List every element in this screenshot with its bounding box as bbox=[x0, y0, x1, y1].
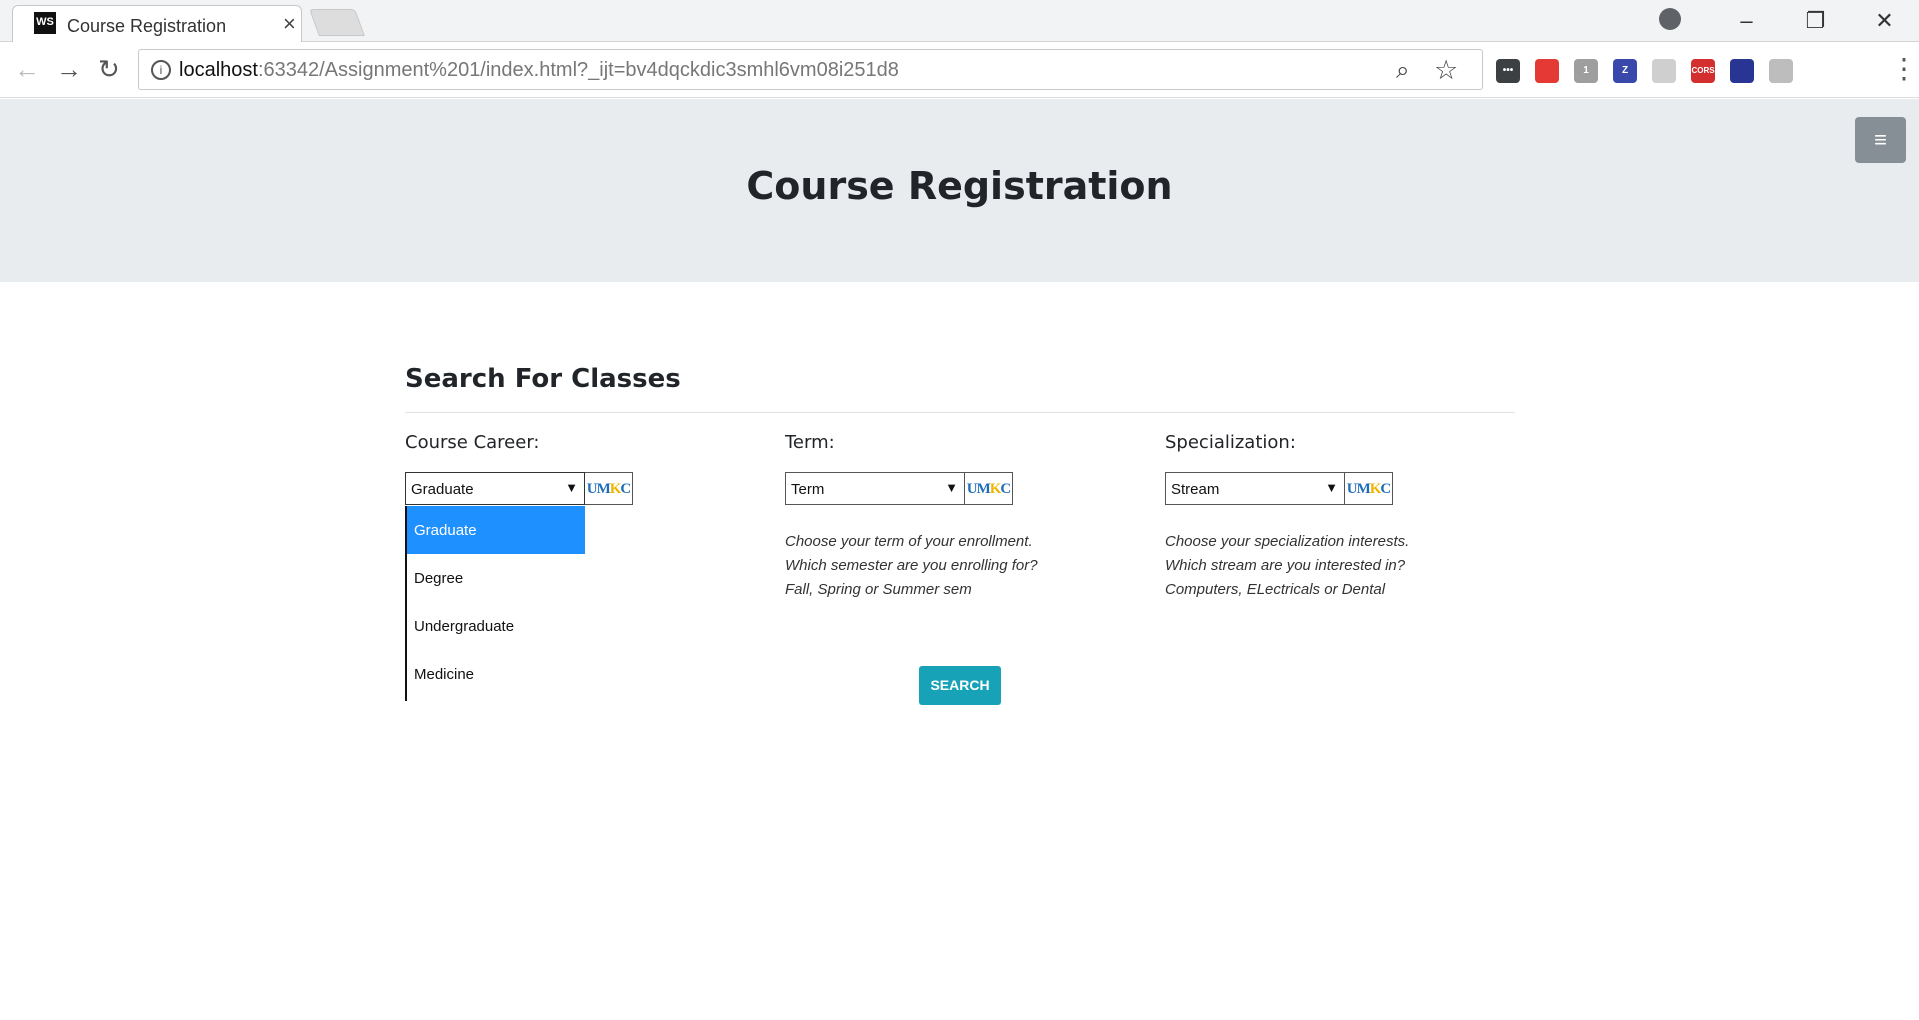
shield-icon[interactable]: 1 bbox=[1574, 59, 1598, 83]
browser-menu-icon[interactable]: ⋮ bbox=[1890, 52, 1918, 85]
browser-tab[interactable]: WS Course Registration × bbox=[12, 5, 302, 42]
dropdown-arrow-icon: ▼ bbox=[565, 480, 578, 495]
reload-icon[interactable]: ↻ bbox=[98, 54, 120, 85]
cors-icon[interactable]: CORS bbox=[1691, 59, 1715, 83]
zotero-icon[interactable]: Z bbox=[1613, 59, 1637, 83]
term-help: Choose your term of your enrollment. Whi… bbox=[785, 530, 1085, 602]
back-icon[interactable]: ← bbox=[14, 54, 40, 85]
bookmark-star-icon[interactable]: ☆ bbox=[1434, 55, 1458, 86]
help-line: Choose your term of your enrollment. bbox=[785, 533, 1033, 550]
specialization-help: Choose your specialization interests. Wh… bbox=[1165, 530, 1465, 602]
search-button[interactable]: SEARCH bbox=[919, 666, 1001, 705]
dropdown-arrow-icon: ▼ bbox=[945, 480, 958, 495]
specialization-selected-value: Stream bbox=[1171, 481, 1220, 498]
accessibility-icon[interactable] bbox=[1769, 59, 1793, 83]
specialization-label: Specialization: bbox=[1165, 432, 1296, 453]
dropdown-option-medicine[interactable]: Medicine bbox=[407, 650, 585, 698]
tab-title: Course Registration bbox=[67, 16, 227, 36]
restore-icon[interactable]: ❐ bbox=[1781, 8, 1850, 34]
new-tab-button[interactable] bbox=[309, 9, 365, 36]
help-line: Choose your specialization interests. bbox=[1165, 533, 1410, 550]
swirl-icon[interactable] bbox=[1652, 59, 1676, 83]
help-line: Which stream are you interested in? bbox=[1165, 557, 1406, 574]
close-tab-icon[interactable]: × bbox=[283, 11, 296, 37]
section-title: Search For Classes bbox=[405, 364, 681, 394]
umkc-logo: UMKC bbox=[1345, 472, 1393, 505]
help-line: Fall, Spring or Summer sem bbox=[785, 581, 972, 598]
browser-window: WS Course Registration × – ❐ ✕ ← → ↻ i l… bbox=[0, 0, 1919, 1020]
umkc-logo: UMKC bbox=[965, 472, 1013, 505]
specialization-select[interactable]: Stream ▼ bbox=[1165, 472, 1345, 505]
term-label: Term: bbox=[785, 432, 835, 453]
help-line: Which semester are you enrolling for? bbox=[785, 557, 1038, 574]
course-career-label: Course Career: bbox=[405, 432, 540, 453]
dropdown-option-undergraduate[interactable]: Undergraduate bbox=[407, 602, 585, 650]
page-title: Course Registration bbox=[746, 164, 1173, 208]
dropdown-option-degree[interactable]: Degree bbox=[407, 554, 585, 602]
url-text[interactable]: localhost:63342/Assignment%201/index.htm… bbox=[179, 59, 899, 82]
adblock-icon[interactable] bbox=[1535, 59, 1559, 83]
course-career-dropdown-list: Graduate Degree Undergraduate Medicine bbox=[405, 506, 585, 701]
minimize-icon[interactable]: – bbox=[1712, 8, 1781, 34]
hamburger-menu-button[interactable]: ≡ bbox=[1855, 117, 1906, 163]
info-icon[interactable]: i bbox=[151, 60, 171, 80]
course-career-selected-value: Graduate bbox=[411, 481, 474, 498]
term-select[interactable]: Term ▼ bbox=[785, 472, 965, 505]
password-manager-icon[interactable]: ••• bbox=[1496, 59, 1520, 83]
dropdown-option-graduate[interactable]: Graduate bbox=[407, 506, 585, 554]
webstorm-icon: WS bbox=[34, 12, 56, 34]
umkc-logo: UMKC bbox=[585, 472, 633, 505]
course-career-select[interactable]: Graduate ▼ bbox=[405, 472, 585, 505]
close-window-icon[interactable]: ✕ bbox=[1850, 8, 1919, 34]
page-header: Course Registration ≡ bbox=[0, 99, 1919, 282]
zoom-icon[interactable]: ⌕ bbox=[1396, 57, 1409, 85]
divider bbox=[405, 412, 1515, 413]
term-selected-value: Term bbox=[791, 481, 825, 498]
flag-icon[interactable] bbox=[1730, 59, 1754, 83]
browser-toolbar: ← → ↻ i localhost:63342/Assignment%201/i… bbox=[0, 42, 1919, 98]
forward-icon[interactable]: → bbox=[56, 54, 82, 85]
address-bar[interactable]: i localhost:63342/Assignment%201/index.h… bbox=[138, 49, 1483, 90]
profile-icon[interactable] bbox=[1659, 8, 1681, 30]
tab-bar: WS Course Registration × – ❐ ✕ bbox=[0, 0, 1919, 42]
dropdown-arrow-icon: ▼ bbox=[1325, 480, 1338, 495]
help-line: Computers, ELectricals or Dental bbox=[1165, 581, 1386, 598]
window-controls: – ❐ ✕ bbox=[1712, 0, 1919, 42]
search-form: Search For Classes Course Career: Gradua… bbox=[405, 282, 1515, 1020]
